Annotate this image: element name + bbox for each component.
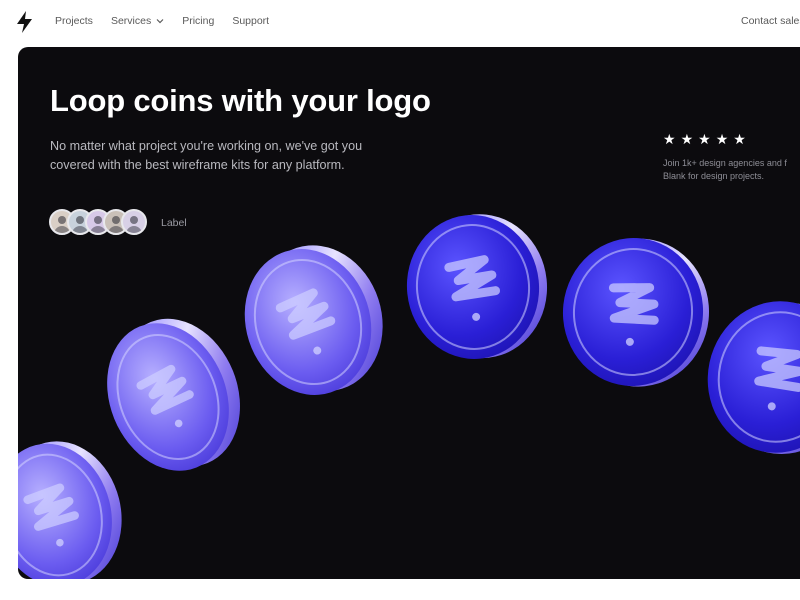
coins-illustration [18, 214, 800, 579]
star-icon: ★ [733, 131, 746, 147]
coin-2 [107, 318, 240, 471]
avatar[interactable] [121, 209, 147, 235]
nav-pricing[interactable]: Pricing [182, 15, 214, 27]
rating-stars: ★ ★ ★ ★ ★ [663, 131, 800, 147]
main-nav: Projects Services Pricing Support [55, 15, 287, 27]
star-icon: ★ [698, 131, 711, 147]
coin-1 [18, 441, 122, 579]
coin-6 [707, 301, 800, 454]
nav-projects[interactable]: Projects [55, 15, 93, 27]
nav-support[interactable]: Support [232, 15, 269, 27]
nav-services[interactable]: Services [111, 15, 164, 27]
star-icon: ★ [680, 131, 694, 147]
rating-text: Join 1k+ design agencies and f Blank for… [663, 157, 800, 183]
rating-block: ★ ★ ★ ★ ★ Join 1k+ design agencies and f Bla… [663, 131, 800, 183]
nav-services-label: Services [110, 15, 152, 27]
contact-sales-link[interactable]: Contact sales [741, 15, 800, 27]
hero-section: Loop coins with your logo No matter what… [18, 47, 800, 579]
top-navigation-bar: Projects Services Pricing Support Contac… [0, 0, 800, 44]
star-icon: ★ [715, 131, 729, 147]
rating-text-line-2: Blank for design projects. [663, 171, 765, 181]
star-icon: ★ [663, 131, 676, 147]
rating-text-line-1: Join 1k+ design agencies and f [663, 158, 787, 168]
lightning-bolt-icon[interactable] [15, 11, 35, 33]
chevron-down-icon [156, 19, 164, 24]
coin-5 [562, 238, 710, 387]
coin-3 [244, 245, 383, 395]
hero-title: Loop coins with your logo [50, 83, 431, 118]
avatar-group-label: Label [161, 217, 187, 229]
hero-description: No matter what project you're working on… [50, 139, 363, 172]
coin-4 [406, 214, 548, 359]
avatar-group [49, 209, 147, 235]
